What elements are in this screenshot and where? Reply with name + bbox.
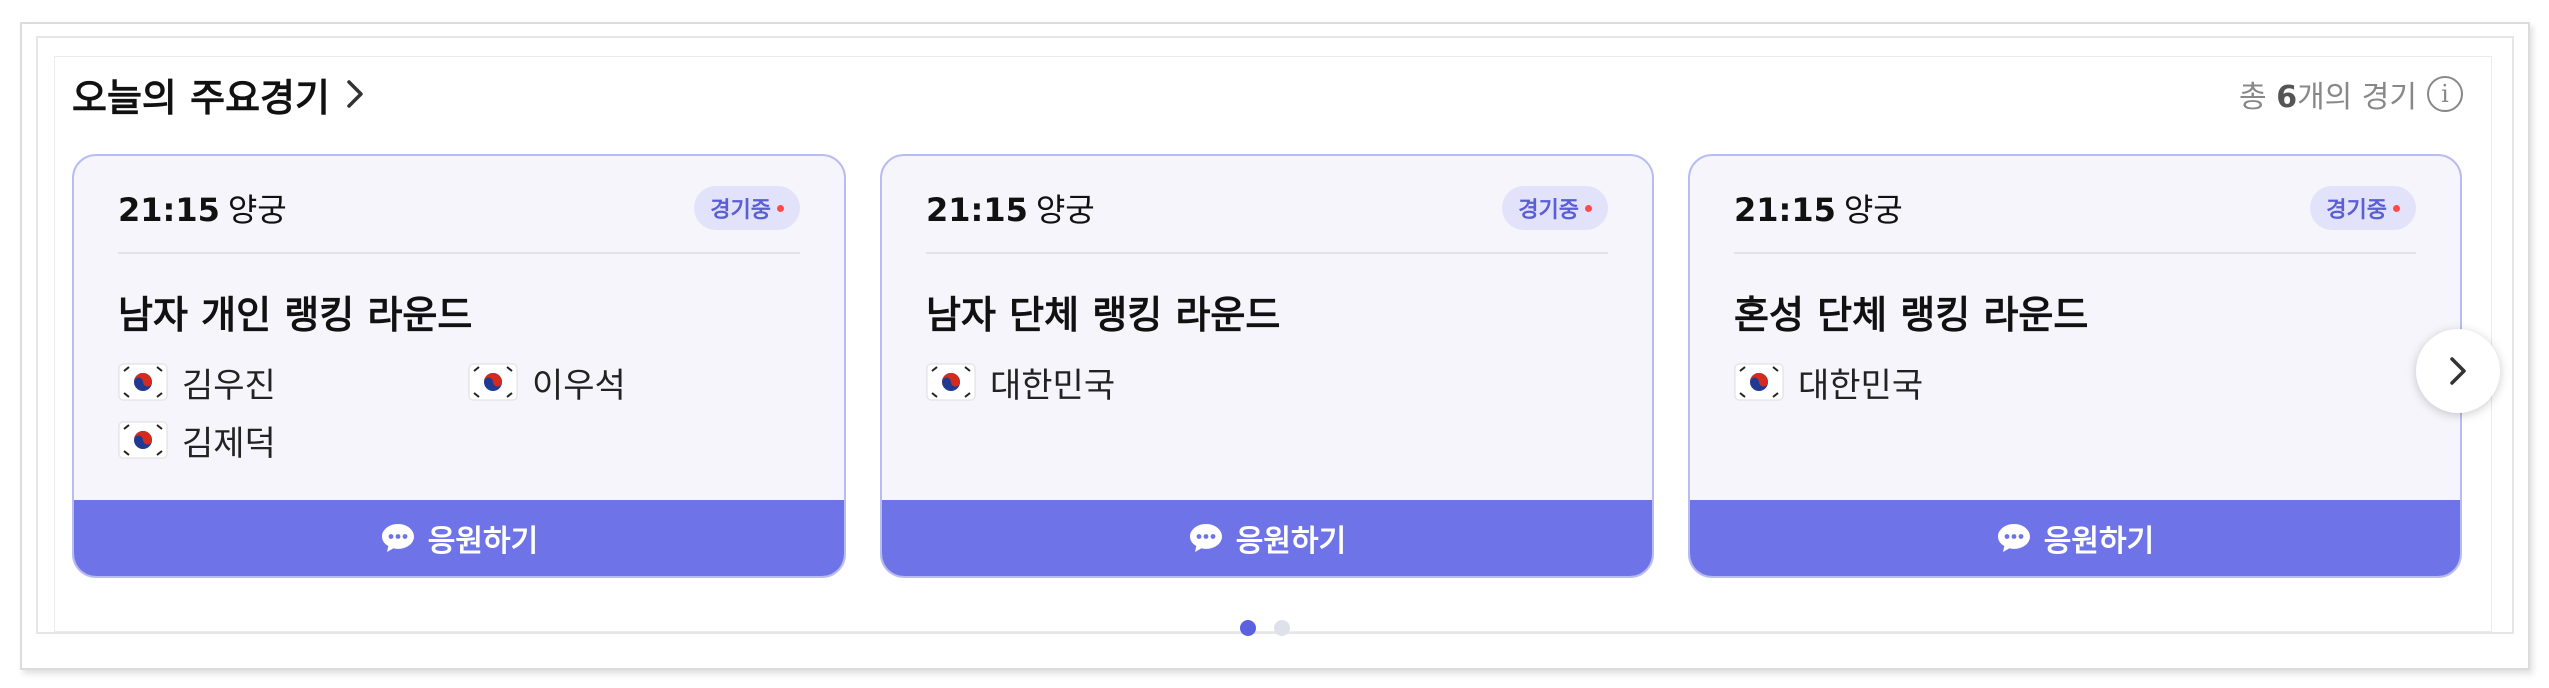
athlete-name: 김제덕: [182, 423, 276, 464]
athlete-list: 대한민국: [926, 362, 1626, 406]
chat-bubble-icon: [1997, 524, 2030, 552]
match-count: 총 6개의 경기 i: [2239, 66, 2463, 122]
match-sport: 양궁: [1035, 191, 1095, 229]
pager-dot-active[interactable]: [1240, 620, 1256, 636]
live-dot-icon: [2393, 204, 2400, 212]
match-card[interactable]: 21:15 양궁 경기중 남자 개인 랭킹 라운드 김우진 이우석 김제덕 응원하…: [72, 154, 846, 578]
korea-flag-icon: [118, 421, 168, 459]
chat-bubble-icon: [1189, 524, 1222, 552]
live-badge: 경기중: [2310, 186, 2416, 230]
team-name: 대한민국: [1798, 365, 1924, 406]
korea-flag-icon: [118, 363, 168, 401]
live-badge: 경기중: [1502, 186, 1608, 230]
carousel-next-button[interactable]: [2416, 329, 2500, 413]
korea-flag-icon: [468, 363, 518, 401]
info-icon[interactable]: i: [2427, 76, 2463, 112]
card-header: 21:15 양궁 경기중: [118, 180, 800, 254]
korea-flag-icon: [926, 363, 976, 401]
athlete-item: 김우진: [118, 362, 468, 406]
cheer-button-label: 응원하기: [1235, 524, 1347, 559]
live-dot-icon: [777, 204, 784, 212]
card-header: 21:15 양궁 경기중: [1734, 180, 2416, 254]
event-title: 남자 개인 랭킹 라운드: [118, 293, 473, 337]
match-count-text: 총 6개의 경기: [2239, 80, 2417, 115]
match-sport: 양궁: [227, 191, 287, 229]
athlete-item: 대한민국: [1734, 362, 2084, 406]
match-card[interactable]: 21:15 양궁 경기중 남자 단체 랭킹 라운드 대한민국 응원하기: [880, 154, 1654, 578]
match-card[interactable]: 21:15 양궁 경기중 혼성 단체 랭킹 라운드 대한민국 응원하기: [1688, 154, 2462, 578]
korea-flag-icon: [1734, 363, 1784, 401]
athlete-name: 이우석: [532, 365, 626, 406]
carousel-pagination: [1240, 620, 1290, 636]
athlete-list: 대한민국: [1734, 362, 2434, 406]
match-time: 21:15: [926, 191, 1028, 229]
team-name: 대한민국: [990, 365, 1116, 406]
athlete-item: 이우석: [468, 362, 818, 406]
card-header: 21:15 양궁 경기중: [926, 180, 1608, 254]
section-title-link[interactable]: 오늘의 주요경기: [72, 66, 368, 122]
chat-bubble-icon: [381, 524, 414, 552]
cheer-button[interactable]: 응원하기: [1690, 500, 2460, 576]
cheer-button[interactable]: 응원하기: [882, 500, 1652, 576]
cheer-button[interactable]: 응원하기: [74, 500, 844, 576]
athlete-name: 김우진: [182, 365, 276, 406]
match-count-value: 6: [2276, 80, 2298, 115]
live-badge: 경기중: [694, 186, 800, 230]
event-title: 혼성 단체 랭킹 라운드: [1734, 293, 2089, 337]
section-title: 오늘의 주요경기: [72, 75, 330, 120]
athlete-item: 대한민국: [926, 362, 1276, 406]
cheer-button-label: 응원하기: [2043, 524, 2155, 559]
live-dot-icon: [1585, 204, 1592, 212]
chevron-right-icon: [347, 80, 363, 108]
event-title: 남자 단체 랭킹 라운드: [926, 293, 1281, 337]
chevron-right-icon: [2450, 357, 2466, 385]
cheer-button-label: 응원하기: [427, 524, 539, 559]
athlete-item: 김제덕: [118, 420, 468, 464]
pager-dot[interactable]: [1274, 620, 1290, 636]
athlete-list: 김우진 이우석 김제덕: [118, 362, 818, 464]
match-sport: 양궁: [1843, 191, 1903, 229]
match-time: 21:15: [1734, 191, 1836, 229]
match-time: 21:15: [118, 191, 220, 229]
